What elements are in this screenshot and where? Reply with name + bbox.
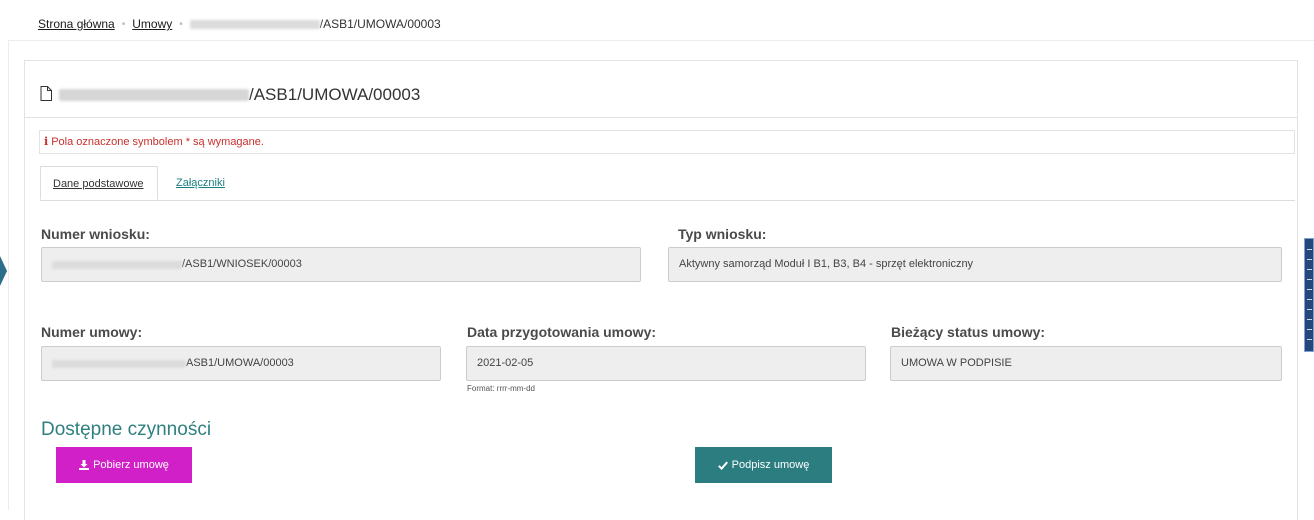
panel-header: /ASB1/UMOWA/00003 <box>25 61 1297 118</box>
page-title: /ASB1/UMOWA/00003 <box>59 85 420 105</box>
contract-status-label: Bieżący status umowy: <box>891 324 1046 340</box>
redacted-text <box>52 359 186 368</box>
redacted-text <box>59 89 249 101</box>
contract-date-field[interactable]: 2021-02-05 <box>466 346 866 381</box>
breadcrumb-home-link[interactable]: Strona główna <box>38 17 115 31</box>
sign-contract-label: Podpisz umowę <box>731 459 810 471</box>
check-icon <box>717 461 728 470</box>
date-format-hint: Format: rrrr-mm-dd <box>467 384 535 393</box>
contract-number-field[interactable]: ASB1/UMOWA/00003 <box>41 346 441 381</box>
divider <box>8 40 1314 41</box>
required-fields-notice: i Pola oznaczone symbolem * są wymagane. <box>39 130 1295 154</box>
tab-basic-data[interactable]: Dane podstawowe <box>40 166 158 200</box>
application-number-value: /ASB1/WNIOSEK/00003 <box>182 258 302 270</box>
download-icon <box>79 460 90 470</box>
contract-date-value: 2021-02-05 <box>477 357 534 369</box>
tab-attachments[interactable]: Załączniki <box>164 166 237 200</box>
redacted-text <box>52 260 182 269</box>
contract-status-value: UMOWA W PODPISIE <box>901 357 1012 369</box>
application-type-label: Typ wniosku: <box>678 226 767 242</box>
breadcrumb-current: /ASB1/UMOWA/00003 <box>319 17 441 31</box>
contract-number-label: Numer umowy: <box>41 324 143 340</box>
sidebar-toggle-arrow-icon[interactable] <box>0 256 7 286</box>
info-icon: i <box>44 135 49 148</box>
application-number-label: Numer wniosku: <box>41 226 150 242</box>
contract-status-field[interactable]: UMOWA W PODPISIE <box>890 346 1282 381</box>
sign-contract-button[interactable]: Podpisz umowę <box>695 447 832 483</box>
actions-section-title: Dostępne czynności <box>41 419 212 440</box>
application-type-value: Aktywny samorząd Moduł I B1, B3, B4 - sp… <box>679 258 974 270</box>
contract-panel: /ASB1/UMOWA/00003 i Pola oznaczone symbol… <box>24 60 1298 520</box>
breadcrumb-separator: • <box>179 18 183 30</box>
download-contract-label: Pobierz umowę <box>93 459 169 471</box>
breadcrumb: Strona główna • Umowy • /ASB1/UMOWA/0000… <box>38 17 441 31</box>
contract-date-label: Data przygotowania umowy: <box>467 324 657 340</box>
document-icon <box>40 86 52 101</box>
accessibility-side-widget[interactable] <box>1304 238 1314 352</box>
download-contract-button[interactable]: Pobierz umowę <box>56 447 192 483</box>
contract-number-value: ASB1/UMOWA/00003 <box>186 357 294 369</box>
redacted-text <box>189 19 320 29</box>
breadcrumb-contracts-link[interactable]: Umowy <box>132 17 172 31</box>
notice-text: Pola oznaczone symbolem * są wymagane. <box>51 136 264 148</box>
tab-bar: Dane podstawowe Załączniki <box>40 166 1295 201</box>
breadcrumb-separator: • <box>121 18 126 30</box>
page-title-suffix: /ASB1/UMOWA/00003 <box>249 85 421 104</box>
application-number-field[interactable]: /ASB1/WNIOSEK/00003 <box>41 247 641 282</box>
application-type-field[interactable]: Aktywny samorząd Moduł I B1, B3, B4 - sp… <box>668 247 1282 282</box>
divider <box>8 40 9 510</box>
